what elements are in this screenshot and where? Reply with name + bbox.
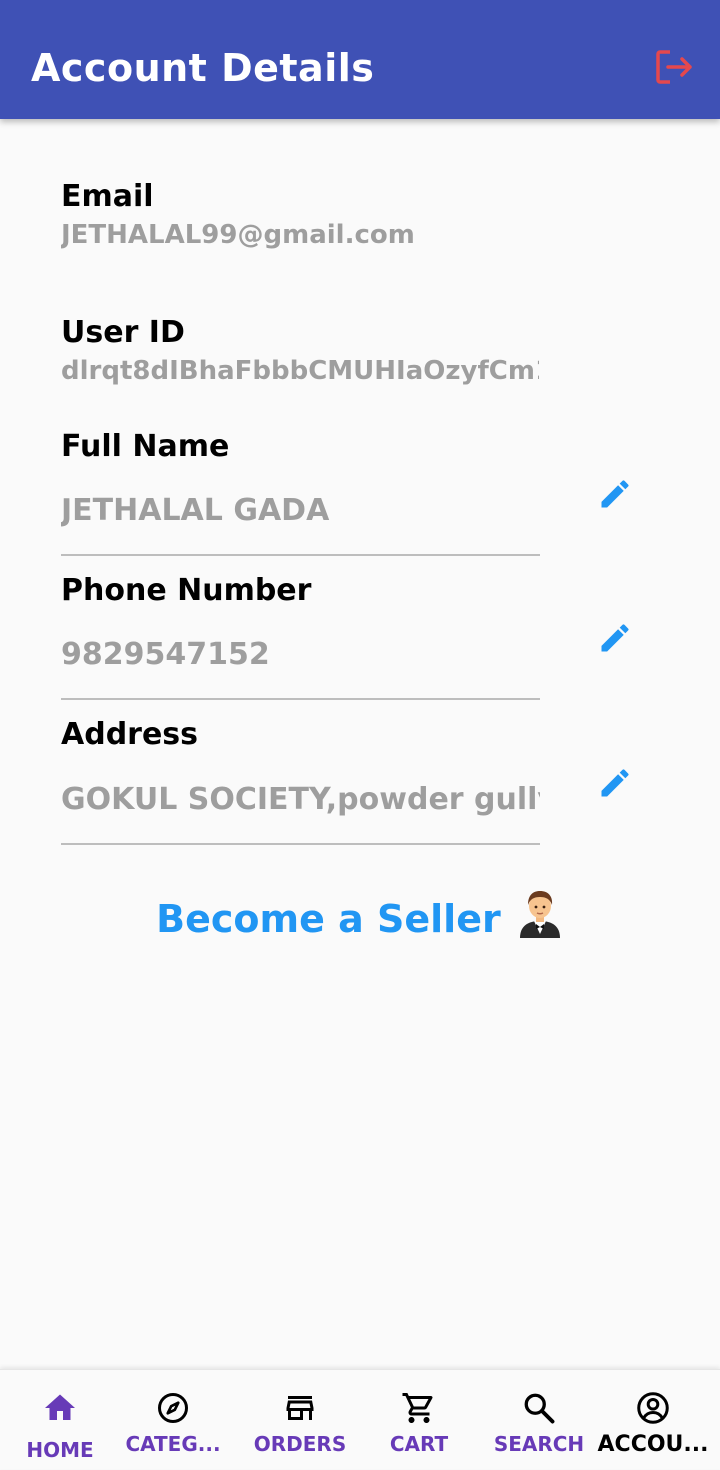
- logout-icon: [656, 50, 692, 84]
- edit-phone-button[interactable]: [592, 615, 638, 661]
- nav-home[interactable]: HOME: [0, 1370, 120, 1470]
- fullname-field[interactable]: JETHALAL GADA: [61, 493, 540, 528]
- nav-categories[interactable]: CATEG...: [113, 1370, 233, 1470]
- cart-icon: [402, 1393, 433, 1423]
- search-icon: [524, 1393, 555, 1424]
- nav-search[interactable]: SEARCH: [479, 1370, 599, 1470]
- nav-categories-label: CATEG...: [125, 1432, 221, 1456]
- nav-search-label: SEARCH: [493, 1432, 585, 1456]
- pencil-icon: [601, 769, 629, 797]
- address-underline: [61, 843, 540, 845]
- phone-label: Phone Number: [61, 573, 312, 608]
- logout-button[interactable]: [652, 46, 696, 88]
- pencil-icon: [601, 480, 629, 508]
- compass-icon: [158, 1393, 188, 1423]
- userid-value: dlrqt8dIBhaFbbbCMUHIaOzyfCm1: [61, 356, 539, 386]
- fullname-underline: [61, 554, 540, 556]
- account-circle-icon: [637, 1392, 669, 1424]
- nav-orders[interactable]: ORDERS: [240, 1370, 360, 1470]
- nav-cart-label: CART: [389, 1432, 449, 1456]
- become-seller-label: Become a Seller: [156, 897, 501, 941]
- phone-field[interactable]: 9829547152: [61, 637, 540, 672]
- bottom-navigation: HOME CATEG... ORDERS CART SEARCH ACCOU..…: [0, 1369, 720, 1469]
- pencil-icon: [601, 624, 629, 652]
- page-title: Account Details: [31, 46, 375, 90]
- home-icon: [45, 1394, 75, 1420]
- nav-account[interactable]: ACCOU...: [593, 1370, 713, 1470]
- phone-underline: [61, 698, 540, 700]
- nav-account-label: ACCOU...: [597, 1432, 709, 1457]
- email-label: Email: [61, 179, 154, 214]
- nav-cart[interactable]: CART: [359, 1370, 479, 1470]
- app-bar: Account Details: [0, 0, 720, 119]
- address-field[interactable]: GOKUL SOCIETY,powder gully: [61, 782, 540, 817]
- man-in-tuxedo-icon: [516, 888, 564, 942]
- address-label: Address: [61, 717, 199, 752]
- nav-home-label: HOME: [26, 1438, 94, 1462]
- become-seller-button[interactable]: Become a Seller: [0, 888, 720, 942]
- userid-label: User ID: [61, 315, 185, 350]
- edit-fullname-button[interactable]: [592, 471, 638, 517]
- email-value: JETHALAL99@gmail.com: [61, 220, 415, 250]
- nav-orders-label: ORDERS: [253, 1432, 347, 1456]
- fullname-label: Full Name: [61, 429, 230, 464]
- edit-address-button[interactable]: [592, 760, 638, 806]
- store-icon: [286, 1396, 314, 1420]
